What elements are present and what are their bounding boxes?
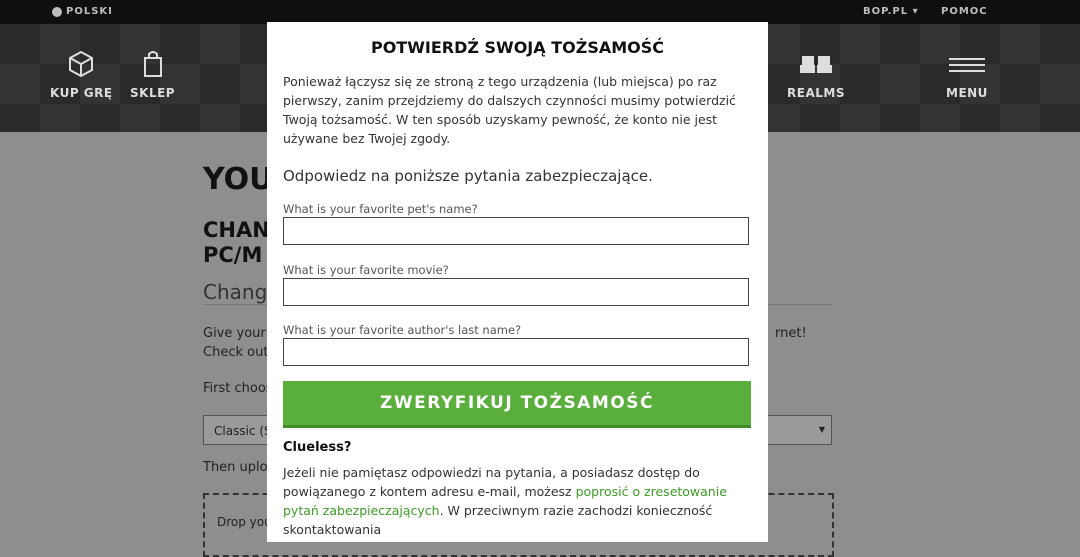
- hamburger-icon: [948, 58, 985, 72]
- realms-icon: [799, 56, 832, 73]
- choose-model-text: First choos: [203, 381, 273, 396]
- top-bar: POLSKI BOP.PL ▾ POMOC: [0, 0, 1080, 24]
- verify-identity-button[interactable]: ZWERYFIKUJ TOŻSAMOŚĆ: [283, 381, 751, 428]
- security-questions-prompt: Odpowiedz na poniższe pytania zabezpiecz…: [283, 167, 653, 185]
- section-title-line-2: PC/M: [203, 243, 263, 267]
- nav-shop-label: SKLEP: [130, 86, 176, 100]
- chevron-down-icon: ▼: [818, 425, 825, 434]
- nav-buy-label: KUP GRĘ: [50, 86, 113, 100]
- nav-buy-game[interactable]: KUP GRĘ: [50, 50, 113, 100]
- account-label: BOP.PL: [863, 6, 909, 17]
- section-title-line-1: CHAN: [203, 218, 270, 242]
- drop-zone-label: Drop you: [217, 515, 272, 529]
- question-2-label: What is your favorite movie?: [283, 263, 449, 277]
- nav-realms[interactable]: REALMS: [787, 50, 845, 100]
- description-line-1-end: rnet!: [775, 326, 807, 341]
- account-menu[interactable]: BOP.PL ▾: [863, 6, 919, 17]
- cube-icon: [69, 50, 94, 78]
- answer-1-input[interactable]: [283, 217, 749, 245]
- page-title: YOU: [203, 162, 274, 197]
- nav-menu-label: MENU: [946, 86, 988, 100]
- modal-intro: Ponieważ łączysz się ze stroną z tego ur…: [283, 74, 736, 146]
- globe-icon: [52, 6, 62, 17]
- clueless-heading: Clueless?: [283, 440, 352, 455]
- shopping-bag-icon: [143, 51, 162, 77]
- description-line-1: Give your c: [203, 326, 278, 341]
- nav-menu[interactable]: MENU: [946, 50, 988, 100]
- answer-3-input[interactable]: [283, 338, 749, 366]
- verify-identity-modal: POTWIERDŹ SWOJĄ TOŻSAMOŚĆ Ponieważ łączy…: [267, 22, 768, 542]
- chevron-down-icon: ▾: [912, 6, 919, 17]
- question-1-label: What is your favorite pet's name?: [283, 202, 478, 216]
- language-selector[interactable]: POLSKI: [52, 6, 113, 17]
- language-label: POLSKI: [66, 6, 113, 17]
- help-link[interactable]: POMOC: [941, 6, 988, 17]
- nav-shop[interactable]: SKLEP: [130, 50, 175, 100]
- modal-title: POTWIERDŹ SWOJĄ TOŻSAMOŚĆ: [370, 38, 665, 57]
- answer-2-input[interactable]: [283, 278, 749, 306]
- upload-text: Then uploa: [203, 460, 276, 475]
- reset-help-text: Jeżeli nie pamiętasz odpowiedzi na pytan…: [283, 463, 753, 539]
- question-3-label: What is your favorite author's last name…: [283, 323, 522, 337]
- section-title: CHAN PC/M: [203, 218, 273, 268]
- nav-realms-label: REALMS: [787, 86, 845, 100]
